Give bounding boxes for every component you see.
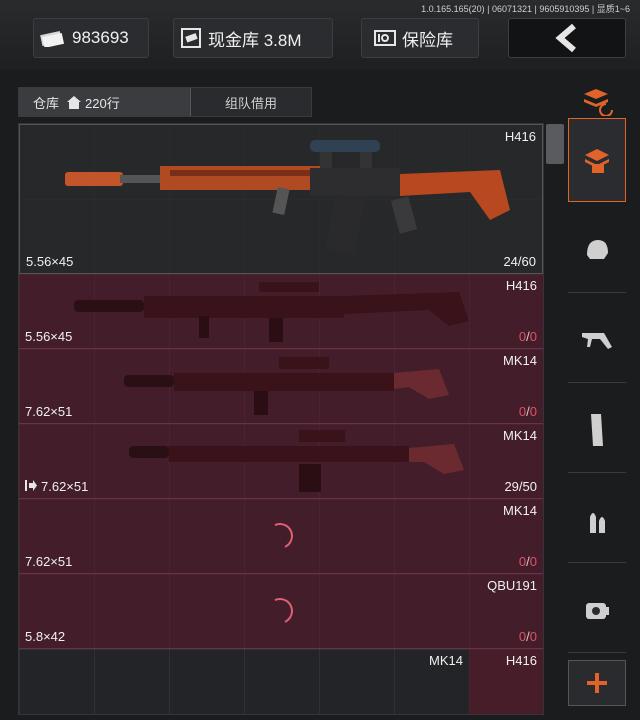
tab-team-borrow-label: 组队借用 — [224, 95, 277, 111]
category-bullets[interactable] — [568, 478, 626, 563]
scope-icon — [582, 595, 612, 625]
weapon-image-mk14 — [129, 430, 464, 492]
category-helmet[interactable] — [568, 208, 626, 293]
weapon-box-icon — [582, 145, 612, 175]
weapon-name: QBU191 — [487, 578, 537, 593]
weapon-slot[interactable]: MK14 7.62×51 29/50 — [19, 424, 543, 499]
rifle-icon — [580, 325, 614, 355]
tab-warehouse-label: 仓库 — [33, 95, 60, 111]
weapon-slot[interactable]: MK14 7.62×51 0/0 — [19, 499, 543, 574]
back-button[interactable] — [508, 18, 626, 58]
weapon-grid: H416 5.56×45 24/60 H416 5.56×45 0/0 MK14… — [18, 123, 544, 715]
chevron-left-icon — [554, 23, 580, 53]
weapon-slot[interactable]: MK14 — [19, 649, 469, 714]
weapon-ammo: 0/0 — [518, 629, 537, 644]
money-icon — [40, 29, 64, 47]
weapon-caliber: 7.62×51 — [25, 554, 73, 569]
weapon-caliber: 7.62×51 — [25, 404, 73, 419]
weapon-slot[interactable]: H416 — [469, 649, 543, 714]
loading-spinner — [263, 519, 297, 553]
weapon-ammo: 0/0 — [518, 404, 537, 419]
weapon-image-mk14 — [124, 357, 449, 415]
cash-vault-label: 现金库 3.8M — [208, 30, 302, 50]
safe-button[interactable]: 保险库 — [361, 18, 479, 58]
safe-label: 保险库 — [402, 30, 453, 50]
weapon-name: MK14 — [503, 428, 537, 443]
loading-spinner — [263, 594, 297, 628]
tab-warehouse-count: 220行 — [85, 95, 120, 111]
tab-warehouse[interactable]: 仓库 220行 — [19, 88, 191, 116]
helmet-icon — [582, 235, 612, 265]
category-scope[interactable] — [568, 568, 626, 653]
cash-vault-icon — [180, 27, 202, 49]
cash-vault-button[interactable]: 现金库 3.8M — [173, 18, 333, 58]
tab-team-borrow[interactable]: 组队借用 — [191, 88, 311, 116]
weapon-caliber: 7.62×51 — [41, 479, 89, 494]
scrollbar-thumb[interactable] — [546, 124, 564, 164]
weapon-slot[interactable]: H416 5.56×45 0/0 — [19, 274, 543, 349]
weapon-ammo: 29/50 — [504, 479, 537, 494]
plus-icon — [586, 672, 608, 694]
bullets-icon — [584, 505, 610, 535]
weapon-name: MK14 — [503, 353, 537, 368]
version-text: 1.0.165.165(20) | 06071321 | 9605910395 … — [421, 4, 630, 14]
weapon-slot[interactable]: MK14 7.62×51 0/0 — [19, 349, 543, 424]
weapon-caliber: 5.56×45 — [26, 254, 74, 269]
category-magazine[interactable] — [568, 388, 626, 473]
weapon-slot[interactable]: H416 5.56×45 24/60 — [19, 124, 543, 274]
category-weapon-box[interactable] — [568, 118, 626, 202]
money-amount: 983693 — [72, 28, 129, 47]
money-display: 983693 — [33, 18, 149, 58]
weapon-ammo: 24/60 — [503, 254, 536, 269]
weapon-caliber: 5.8×42 — [25, 629, 66, 644]
transfer-icon — [25, 480, 37, 491]
top-bar: 1.0.165.165(20) | 06071321 | 9605910395 … — [0, 0, 640, 70]
weapon-image-h416 — [74, 282, 469, 342]
weapon-name: H416 — [505, 653, 537, 668]
weapon-ammo: 0/0 — [518, 554, 537, 569]
storage-tabs: 仓库 220行 组队借用 — [18, 87, 312, 117]
weapon-name: H416 — [505, 278, 537, 293]
add-button[interactable] — [568, 660, 626, 706]
safe-icon — [374, 28, 396, 48]
category-rifle[interactable] — [568, 298, 626, 383]
weapon-name: MK14 — [429, 653, 463, 668]
weapon-row-partial: MK14 H416 — [19, 649, 543, 714]
sort-refresh-icon[interactable] — [580, 86, 616, 121]
weapon-caliber: 5.56×45 — [25, 329, 73, 344]
weapon-image-h416 — [65, 140, 510, 255]
weapon-name: H416 — [504, 129, 536, 144]
weapon-ammo: 0/0 — [518, 329, 537, 344]
weapon-caliber-row: 7.62×51 — [25, 479, 88, 494]
category-sidebar — [568, 118, 626, 658]
home-icon — [67, 95, 82, 109]
weapon-name: MK14 — [503, 503, 537, 518]
magazine-icon — [587, 412, 607, 448]
weapon-slot[interactable]: QBU191 5.8×42 0/0 — [19, 574, 543, 649]
